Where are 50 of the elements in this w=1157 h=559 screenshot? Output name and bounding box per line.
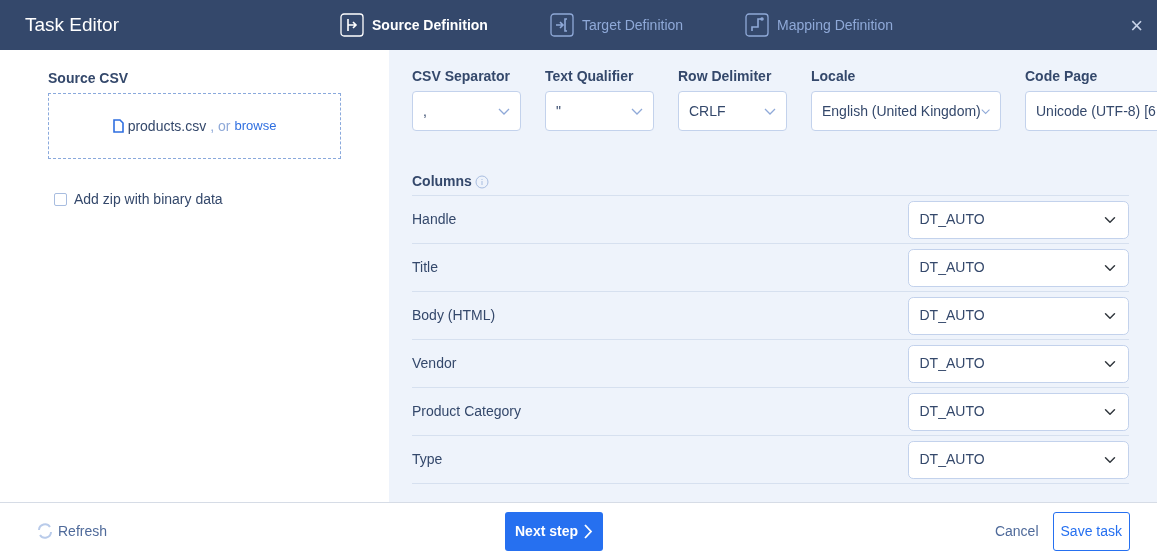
refresh-icon — [36, 522, 54, 540]
type-select[interactable]: DT_AUTO — [908, 344, 1129, 383]
type-select[interactable]: DT_AUTO — [908, 200, 1129, 239]
column-name: Title — [412, 258, 438, 277]
type-select[interactable]: DT_AUTO — [908, 248, 1129, 287]
field-label: Locale — [811, 67, 857, 86]
info-icon — [475, 174, 490, 189]
step-icon — [340, 13, 364, 37]
next-step-button[interactable]: Next step — [505, 511, 604, 551]
chevron-down-icon — [980, 107, 990, 115]
dropdown-field[interactable]: Unicode (UTF-8) [6 — [1025, 91, 1157, 131]
refresh-button[interactable]: Refresh — [36, 520, 505, 542]
chevron-down-icon — [764, 107, 776, 115]
close-button[interactable]: × — [1124, 7, 1149, 43]
dropdown-field[interactable]: CRLF — [678, 91, 787, 131]
file-name: products.csv — [127, 116, 207, 136]
dropdown-field[interactable]: , — [412, 91, 521, 131]
field-label: Code Page — [1025, 67, 1099, 86]
column-name: Type — [412, 450, 443, 469]
section-label: Source CSV — [48, 69, 130, 88]
field-label: Text Qualifier — [545, 67, 635, 86]
column-name: Body (HTML) — [412, 306, 496, 325]
file-icon — [112, 119, 124, 133]
or-text: , or — [210, 116, 231, 136]
checkbox[interactable] — [54, 193, 67, 206]
type-select[interactable]: DT_AUTO — [908, 440, 1129, 479]
chevron-down-icon — [631, 107, 643, 115]
cancel-button[interactable]: Cancel — [988, 519, 1045, 543]
step-tab[interactable]: Target Definition — [549, 13, 684, 37]
column-name: Handle — [412, 210, 457, 229]
dropdown-field[interactable]: English (United Kingdom) — [811, 91, 1001, 131]
step-icon — [549, 13, 574, 37]
chevron-down-icon — [498, 107, 510, 115]
browse-link[interactable]: browse — [234, 116, 277, 136]
step-tab[interactable]: Mapping Definition — [745, 13, 894, 37]
save-task-button[interactable]: Save task — [1052, 511, 1130, 551]
type-select[interactable]: DT_AUTO — [908, 392, 1129, 431]
window-title: Task Editor — [24, 12, 120, 37]
type-select[interactable]: DT_AUTO — [908, 296, 1129, 335]
checkbox-label: Add zip with binary data — [74, 190, 223, 209]
field-label: Row Delimiter — [678, 67, 773, 86]
column-name: Vendor — [412, 354, 457, 373]
section-label: Columns — [412, 172, 472, 191]
chevron-right-icon — [584, 523, 594, 539]
column-name: Product Category — [412, 402, 521, 421]
field-label: CSV Separator — [412, 67, 512, 86]
dropdown-field[interactable]: " — [545, 91, 654, 131]
step-icon — [745, 13, 770, 37]
step-tab[interactable]: Source Definition — [340, 13, 488, 37]
file-drop-zone[interactable]: products.csv , or browse — [48, 93, 341, 159]
